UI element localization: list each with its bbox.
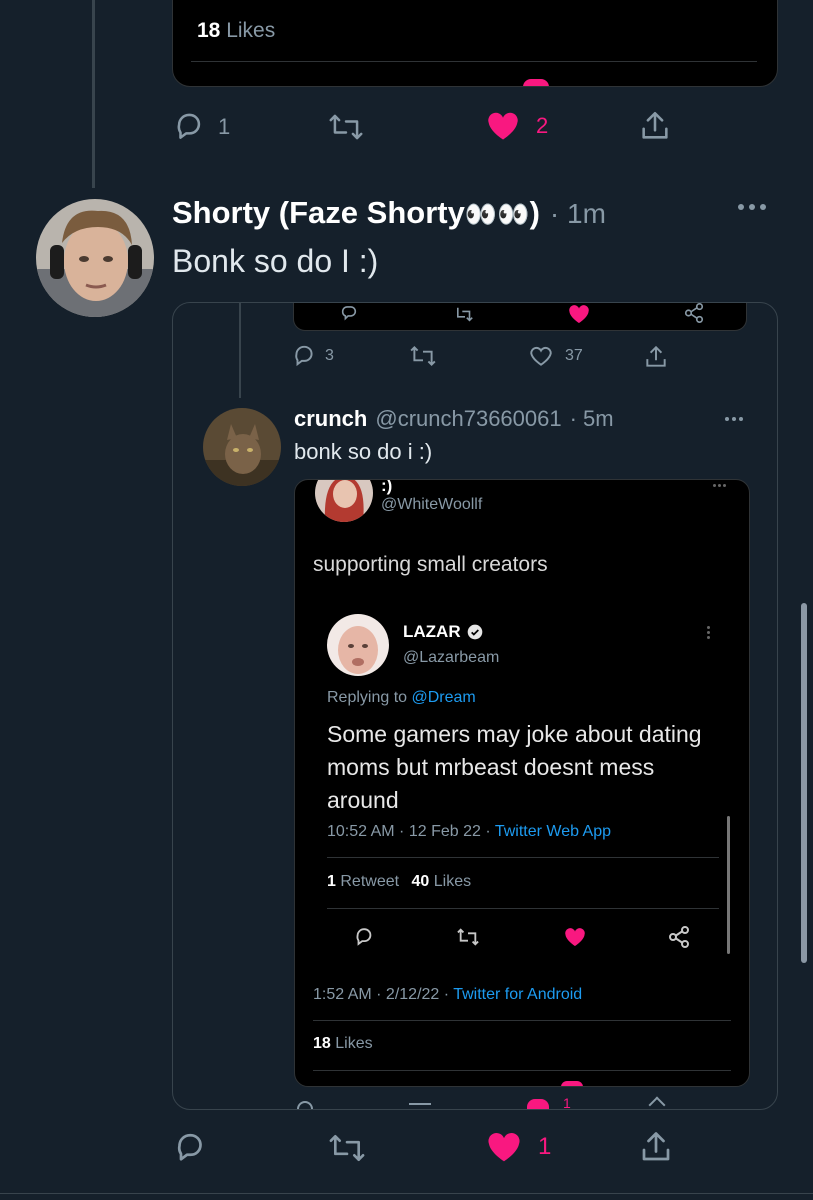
main-tweet-actions: 1 [172,1128,692,1172]
heart-icon [569,305,589,323]
replying-to-link: @Dream [411,689,476,706]
quoted-tweet-card[interactable]: 3 37 crunch @crunch73660061 · 5m bonk so… [172,302,778,1110]
share-icon [684,303,704,323]
share-icon [648,1096,666,1109]
retweet-icon [457,928,479,946]
quoted-display-name[interactable]: crunch [294,406,367,432]
lazar-name: LAZAR [403,622,461,641]
clipped-like-count: 1 [563,1095,571,1110]
reply-button[interactable] [172,1130,208,1166]
heart-icon [527,1099,549,1109]
quoted-tweet-text: bonk so do i :) [294,439,433,464]
share-button[interactable] [638,108,672,144]
divider [313,1070,731,1071]
divider [191,61,757,62]
retweet-button[interactable] [409,343,437,369]
replying-to: Replying to @Dream [327,689,476,706]
screenshot-header-partial: :) [381,479,393,495]
heart-icon [523,79,549,86]
attached-screenshot[interactable]: :) @WhiteWoollf supporting small creator… [294,479,750,1087]
reply-icon [295,345,313,367]
heart-icon [565,928,585,946]
lazar-handle: @Lazarbeam [403,649,500,666]
heart-outline-icon [530,346,552,366]
screenshot-scrollbar [727,816,730,954]
share-icon [642,111,668,139]
quoted-time[interactable]: · 5m [570,406,614,432]
avatar-crunch[interactable] [203,408,281,486]
reply-icon [177,1133,202,1161]
divider [313,1020,731,1021]
verified-icon [467,624,482,640]
more-vertical-icon [707,626,710,639]
lazar-text: Some gamers may joke about dating moms b… [327,721,702,813]
like-button[interactable]: 37 [527,343,583,369]
reply-icon [341,306,357,321]
clipped-actions: 1 [291,1095,691,1110]
page-scrollbar[interactable] [801,603,807,963]
share-icon [669,926,689,948]
eyes-emoji: 👀👀 [464,199,530,229]
divider [0,1193,813,1194]
lazar-timestamp: 10:52 AM · 12 Feb 22 · Twitter Web App [327,823,612,840]
quoted-parent-actions: 3 37 [291,343,691,373]
quoted-handle[interactable]: @crunch73660061 [375,406,561,432]
screenshot-handle: @WhiteWoollf [381,496,483,513]
retweet-button[interactable] [328,110,364,144]
reply-icon [356,928,372,946]
divider [327,857,719,858]
heart-icon [488,1133,520,1162]
avatar-image [203,408,281,486]
reply-button[interactable]: 1 [172,110,230,144]
divider [327,908,719,909]
avatar-image [36,199,154,317]
retweet-icon [329,1134,365,1162]
share-icon [646,345,666,367]
heart-icon [561,1081,583,1086]
retweet-button[interactable] [328,1130,366,1166]
previous-tweet-actions: 1 2 [172,104,692,148]
quoted-parent-card [293,303,747,331]
reply-icon [177,113,201,139]
screenshot-footer-timestamp: 1:52 AM · 2/12/22 · Twitter for Android [313,986,583,1003]
reply-button[interactable]: 3 [291,343,334,369]
main-tweet-text: Bonk so do I :) [172,243,379,279]
more-icon[interactable] [738,204,766,210]
main-tweet-header: Shorty (Faze Shorty👀👀) · 1m [172,195,606,235]
retweet-icon [456,307,473,322]
share-button[interactable] [643,343,669,371]
retweet-icon [329,114,363,140]
share-icon [642,1132,670,1161]
thread-line-quoted [239,303,241,398]
share-button[interactable] [638,1128,674,1166]
retweet-icon [410,346,436,366]
lazar-name-row: LAZAR [403,622,483,642]
screenshot-likes-stat: 18 Likes [313,1035,373,1052]
heart-icon [488,112,518,140]
thread-line-top [92,0,95,188]
retweet-icon [409,1103,431,1109]
avatar-image [315,480,373,522]
reply-icon [297,1101,313,1109]
tweet-time[interactable]: · 1m [550,198,606,230]
more-icon [713,484,726,487]
lazar-stats: 1 Retweet 40 Likes [327,873,472,890]
previous-tweet-card: 18 Likes [172,0,778,87]
screenshot-text: supporting small creators [313,553,548,576]
like-button[interactable]: 1 [484,1128,551,1166]
quoted-tweet-header: crunch @crunch73660061 · 5m [294,406,614,432]
avatar-shorty[interactable] [36,199,154,317]
like-button[interactable]: 2 [484,108,548,144]
lazar-avatar [327,614,389,676]
display-name[interactable]: Shorty (Faze Shorty👀👀) [172,195,540,231]
more-icon[interactable] [725,417,743,421]
avatar-whitewoollf [315,480,373,522]
previous-likes-stat: 18 Likes [197,19,276,42]
avatar-image [327,614,389,676]
